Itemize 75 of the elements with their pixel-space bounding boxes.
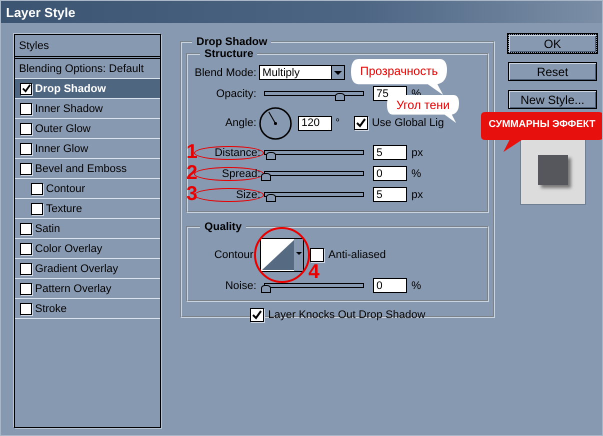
- value-field[interactable]: 120: [298, 116, 332, 130]
- checkbox[interactable]: [20, 262, 32, 274]
- slider-thumb[interactable]: [266, 152, 276, 160]
- item-label: Texture: [46, 202, 82, 214]
- value-field[interactable]: 0: [373, 166, 408, 181]
- list-item[interactable]: Texture: [15, 199, 160, 219]
- list-item[interactable]: Styles: [15, 35, 160, 59]
- item-label: Pattern Overlay: [35, 282, 112, 294]
- checkbox[interactable]: [20, 302, 32, 314]
- slider-thumb[interactable]: [261, 173, 272, 181]
- slider-thumb[interactable]: [266, 194, 276, 202]
- window-title: Layer Style: [6, 4, 76, 20]
- dialog-button[interactable]: OK: [508, 34, 597, 53]
- group-title: Structure: [203, 48, 254, 60]
- item-label: Bevel and Emboss: [35, 162, 127, 174]
- list-item[interactable]: Inner Glow: [15, 139, 160, 159]
- item-label: Drop Shadow: [35, 82, 106, 94]
- checkbox[interactable]: [20, 122, 32, 134]
- checkbox-label: Layer Knocks Out Drop Shadow: [268, 309, 426, 321]
- list-item[interactable]: Gradient Overlay: [15, 259, 160, 279]
- unit-label: %: [411, 168, 422, 180]
- checkbox[interactable]: [31, 202, 43, 214]
- unit-label: px: [411, 188, 424, 200]
- list-item[interactable]: Drop Shadow: [15, 79, 160, 99]
- item-label: Contour: [46, 182, 86, 194]
- list-item[interactable]: Outer Glow: [15, 119, 160, 139]
- caret-icon: [334, 70, 342, 74]
- checkbox[interactable]: [20, 142, 32, 154]
- checkbox[interactable]: [310, 248, 324, 262]
- list-item[interactable]: Satin: [15, 219, 160, 239]
- checkbox[interactable]: [31, 182, 43, 194]
- checkbox[interactable]: [20, 242, 32, 254]
- slider-thumb[interactable]: [261, 285, 272, 293]
- dialog-button[interactable]: Reset: [508, 62, 597, 81]
- list-item[interactable]: Stroke: [15, 299, 160, 319]
- list-item[interactable]: Bevel and Emboss: [15, 159, 160, 179]
- item-label: Color Overlay: [35, 242, 102, 254]
- checkbox-label: Anti-aliased: [328, 249, 386, 261]
- item-label: Outer Glow: [35, 122, 91, 134]
- checkbox[interactable]: [20, 102, 32, 114]
- item-label: Satin: [35, 222, 60, 234]
- value-field[interactable]: 5: [373, 145, 408, 160]
- checkbox[interactable]: [354, 116, 368, 130]
- checkbox[interactable]: [250, 308, 264, 322]
- callout: СУММАРНЫ ЭФФЕКТ: [481, 112, 602, 152]
- checkbox[interactable]: [20, 82, 32, 94]
- checkbox[interactable]: [20, 222, 32, 234]
- item-label: Inner Shadow: [35, 102, 103, 114]
- list-item[interactable]: Inner Shadow: [15, 99, 160, 119]
- field-label: Blend Mode:: [194, 66, 256, 78]
- unit-label: %: [411, 280, 422, 292]
- checkbox-label: Use Global Lig: [372, 117, 444, 129]
- item-label: Gradient Overlay: [35, 262, 118, 274]
- list-item[interactable]: Contour: [15, 179, 160, 199]
- field-label: Noise:: [224, 280, 256, 292]
- value-field[interactable]: 0: [373, 278, 408, 293]
- item-label: Stroke: [35, 302, 67, 314]
- blend-mode-dropdown[interactable]: Multiply: [259, 65, 346, 80]
- dialog-button[interactable]: New Style...: [508, 90, 597, 109]
- unit-label: px: [411, 146, 424, 158]
- unit-label: °: [335, 117, 340, 129]
- list-item[interactable]: Color Overlay: [15, 239, 160, 259]
- checkbox[interactable]: [20, 162, 32, 174]
- checkbox[interactable]: [20, 282, 32, 294]
- field-label: Angle:: [224, 117, 256, 129]
- value-field[interactable]: 5: [373, 187, 408, 202]
- angle-dial[interactable]: [259, 106, 292, 140]
- annotation-number: 4: [308, 262, 320, 282]
- field-label: Opacity:: [216, 88, 256, 100]
- group-title: Quality: [203, 221, 243, 233]
- contour-picker[interactable]: [260, 238, 304, 272]
- slider-thumb[interactable]: [334, 93, 345, 101]
- group-title: Drop Shadow: [195, 36, 268, 48]
- list-item[interactable]: Pattern Overlay: [15, 279, 160, 299]
- item-label: Inner Glow: [35, 142, 88, 154]
